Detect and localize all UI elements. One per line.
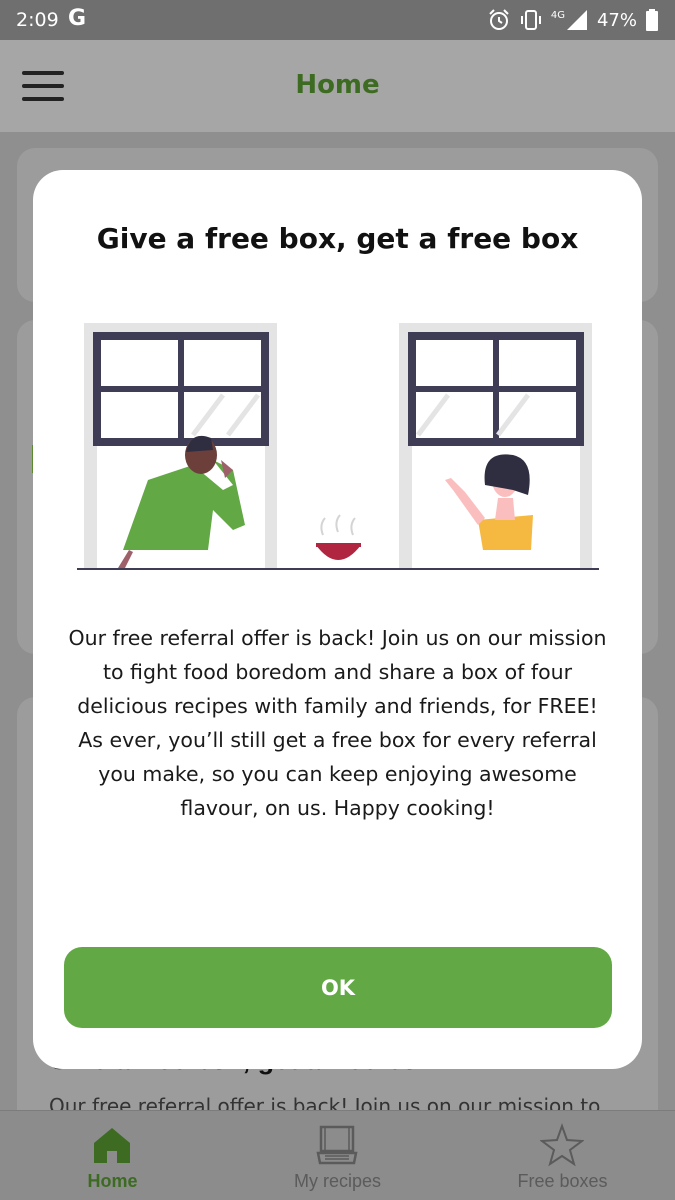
nav-label-home: Home (87, 1171, 138, 1191)
alarm-icon (489, 9, 509, 30)
bottom-nav: Home My recipes Free boxes (0, 1110, 675, 1200)
dialog-message: Our free referral offer is back! Join us… (68, 626, 607, 820)
google-icon: G (68, 6, 87, 31)
status-bar: 2:09 G 4G 47% (0, 0, 675, 40)
page-title: Home (295, 70, 380, 100)
recipe-box-icon (316, 1125, 358, 1165)
status-time: 2:09 (16, 9, 59, 31)
nav-item-home[interactable]: Home (0, 1111, 225, 1200)
status-icons: 4G 47% (487, 7, 659, 33)
dialog-title: Give a free box, get a free box (96, 222, 579, 255)
nav-label-my-recipes: My recipes (293, 1171, 382, 1191)
home-icon (94, 1128, 130, 1163)
star-icon (540, 1123, 584, 1167)
app-bar: Home (0, 40, 675, 132)
battery-icon (646, 9, 658, 31)
nav-item-free-boxes[interactable]: Free boxes (450, 1111, 675, 1200)
network-type: 4G (550, 9, 565, 21)
signal-icon (566, 10, 587, 30)
vibrate-icon (520, 10, 541, 30)
referral-dialog: Give a free box, get a free box Our free… (33, 170, 642, 1069)
battery-percent: 47% (596, 9, 637, 31)
referral-illustration (77, 323, 599, 570)
nav-label-free-boxes: Free boxes (517, 1171, 608, 1191)
nav-item-my-recipes[interactable]: My recipes (225, 1111, 450, 1200)
ok-button[interactable]: OK (64, 947, 612, 1028)
